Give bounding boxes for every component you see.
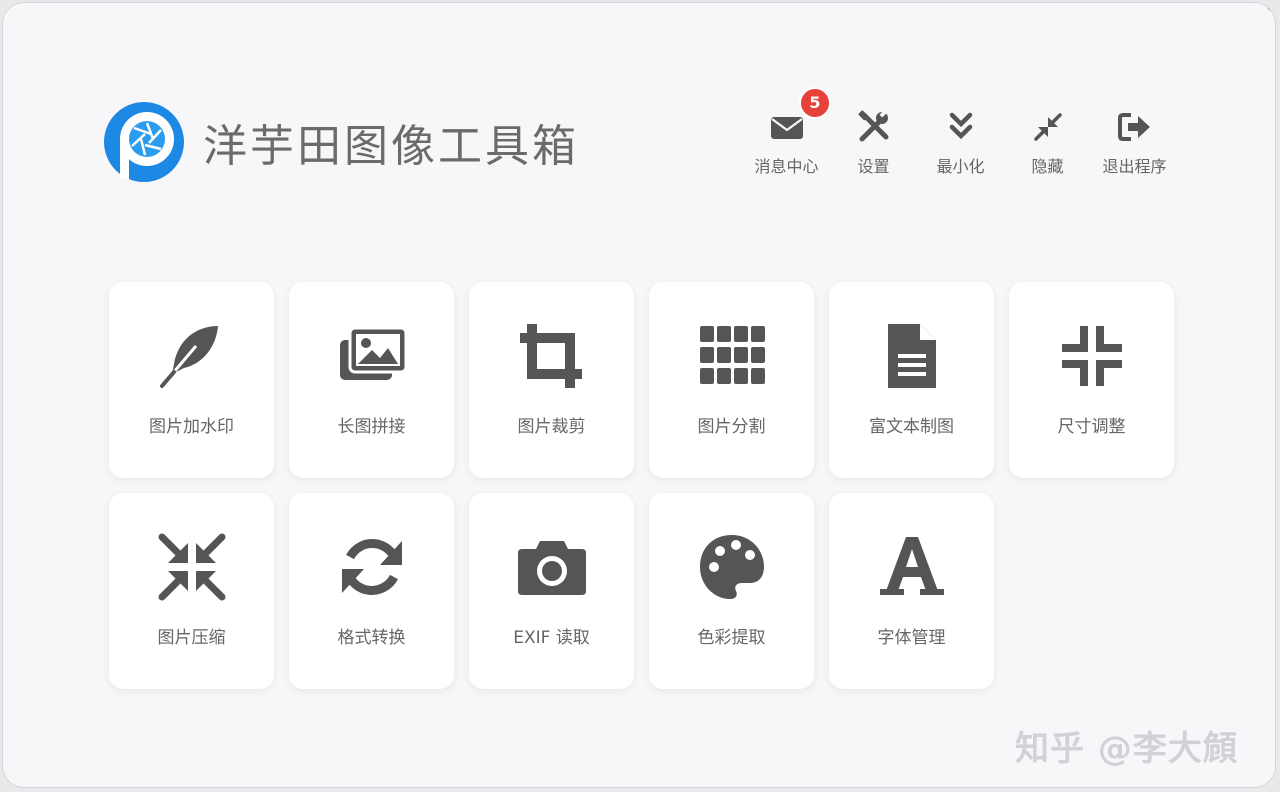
document-icon	[887, 324, 936, 388]
tool-card-rich-text[interactable]: 富文本制图	[829, 282, 994, 478]
tool-label: 长图拼接	[337, 417, 406, 437]
chevron-double-down-icon	[949, 112, 972, 140]
camera-icon	[517, 541, 586, 595]
tool-label: 图片加水印	[149, 417, 234, 437]
tool-card-compress[interactable]: 图片压缩	[109, 493, 274, 689]
watermark: 知乎 @李大頠	[1015, 729, 1238, 769]
tool-label: 尺寸调整	[1057, 417, 1126, 437]
crop-icon	[519, 324, 582, 388]
app-window: ↻ 洋芋田图像工具箱 5 消息中心 设置 最小化 隐藏 退出程序 图片加水印 长…	[2, 2, 1276, 788]
message-center-button[interactable]: 5 消息中心	[743, 87, 831, 185]
tool-label: 富文本制图	[869, 417, 954, 437]
tool-label: 图片分割	[697, 417, 766, 437]
message-center-label: 消息中心	[754, 157, 819, 176]
brand: 洋芋田图像工具箱	[101, 99, 579, 185]
exit-label: 退出程序	[1102, 157, 1167, 176]
compress-icon	[1061, 326, 1122, 386]
refresh-icon	[341, 539, 402, 595]
tool-label: EXIF 读取	[513, 628, 590, 648]
settings-button[interactable]: 设置	[830, 105, 917, 185]
tool-card-crop[interactable]: 图片裁剪	[469, 282, 634, 478]
tool-card-exif[interactable]: EXIF 读取	[469, 493, 634, 689]
message-badge: 5	[799, 87, 831, 119]
tool-label: 色彩提取	[697, 628, 766, 648]
tools-icon	[857, 110, 888, 142]
settings-label: 设置	[857, 157, 890, 176]
hide-button[interactable]: 隐藏	[1004, 105, 1091, 185]
app-title: 洋芋田图像工具箱	[203, 121, 579, 172]
tool-card-split[interactable]: 图片分割	[649, 282, 814, 478]
grid-icon	[699, 326, 765, 384]
minimize-button[interactable]: 最小化	[917, 105, 1004, 185]
app-logo-icon	[104, 102, 184, 182]
palette-icon	[699, 535, 764, 599]
font-icon	[879, 537, 944, 595]
tool-label: 图片裁剪	[517, 417, 586, 437]
tool-card-long-image-stitch[interactable]: 长图拼接	[289, 282, 454, 478]
tool-label: 字体管理	[877, 628, 946, 648]
images-icon	[339, 326, 407, 380]
corner-mark: ↻	[1265, 2, 1275, 14]
minimize-label: 最小化	[936, 157, 985, 176]
tool-label: 格式转换	[337, 628, 406, 648]
compress-arrows-icon	[158, 533, 225, 601]
tool-card-font-manager[interactable]: 字体管理	[829, 493, 994, 689]
tool-card-watermark[interactable]: 图片加水印	[109, 282, 274, 478]
hide-label: 隐藏	[1031, 157, 1064, 176]
tool-grid: 图片加水印 长图拼接 图片裁剪 图片分割 富文本制图 尺寸调整 图片压缩 格式转…	[109, 282, 1174, 689]
top-toolbar: 5 消息中心 设置 最小化 隐藏 退出程序	[743, 87, 1178, 185]
sign-out-icon	[1117, 113, 1150, 141]
tool-label: 图片压缩	[157, 628, 226, 648]
compress-arrows-icon	[1033, 113, 1062, 141]
feather-icon	[159, 326, 218, 388]
exit-button[interactable]: 退出程序	[1091, 105, 1178, 185]
tool-card-color-extract[interactable]: 色彩提取	[649, 493, 814, 689]
tool-card-format-convert[interactable]: 格式转换	[289, 493, 454, 689]
tool-card-resize[interactable]: 尺寸调整	[1009, 282, 1174, 478]
envelope-icon	[770, 117, 803, 139]
